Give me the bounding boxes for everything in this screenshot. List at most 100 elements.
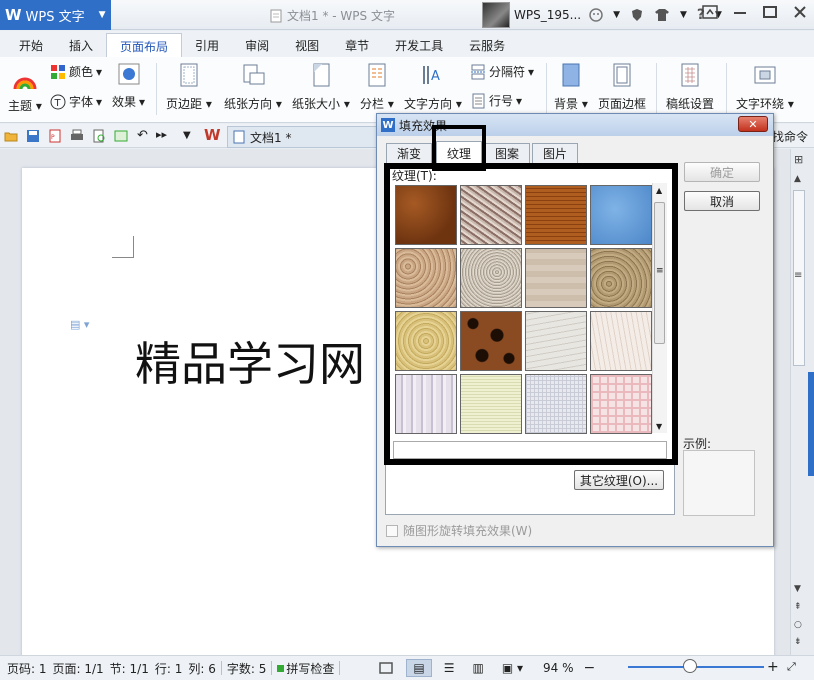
dialog-close-button[interactable]: ✕ xyxy=(738,116,768,132)
save-icon[interactable] xyxy=(26,129,40,143)
spell-status-icon xyxy=(277,664,285,672)
margins-icon xyxy=(180,63,198,87)
document-tab[interactable]: 文档1 * xyxy=(227,126,377,148)
breaks-button[interactable]: 分隔符 ▾ xyxy=(470,63,534,80)
rotate-checkbox-label: 随图形旋转填充效果(W) xyxy=(403,524,533,538)
tab-review[interactable]: 审阅 xyxy=(232,33,282,57)
effect-button[interactable]: 效果 ▾ xyxy=(112,93,145,110)
smiley-icon[interactable] xyxy=(589,8,603,22)
undo-icon[interactable]: ↶ xyxy=(137,128,148,143)
tab-gradient[interactable]: 渐变 xyxy=(386,143,432,163)
outline-view-icon[interactable]: ☰ xyxy=(444,661,455,675)
columns-button[interactable]: 分栏 ▾ xyxy=(360,63,394,112)
orientation-icon xyxy=(243,64,265,85)
fullscreen-icon[interactable] xyxy=(378,661,394,675)
print-icon[interactable] xyxy=(70,129,84,143)
status-column[interactable]: 列: 6 xyxy=(185,660,219,677)
cancel-button[interactable]: 取消 xyxy=(684,191,760,211)
ribbon-separator xyxy=(726,63,727,115)
minimize-icon[interactable] xyxy=(732,4,748,20)
web-view-icon[interactable]: ▥ xyxy=(472,661,483,675)
draft-paper-button[interactable]: 稿纸设置 xyxy=(666,63,714,112)
tab-developer[interactable]: 开发工具 xyxy=(382,33,456,57)
status-pages[interactable]: 页面: 1/1 xyxy=(50,660,107,677)
status-page[interactable]: 页码: 1 xyxy=(4,660,50,677)
tab-pattern[interactable]: 图案 xyxy=(484,143,530,163)
tab-insert[interactable]: 插入 xyxy=(56,33,106,57)
zoom-out-icon[interactable]: − xyxy=(584,660,596,676)
tab-page-layout[interactable]: 页面布局 xyxy=(106,33,183,57)
zoom-value[interactable]: 94 % xyxy=(543,661,574,675)
customize-dropdown-icon[interactable]: ▼ xyxy=(183,130,191,141)
previous-page-icon[interactable]: ⇞ xyxy=(794,602,802,612)
document-text[interactable]: 精品学习网 xyxy=(135,328,380,394)
paper-size-button[interactable]: 纸张大小 ▾ xyxy=(292,63,350,112)
page-border-button[interactable]: 页面边框 xyxy=(598,63,646,112)
other-textures-button[interactable]: 其它纹理(O)... xyxy=(574,470,664,490)
tab-start[interactable]: 开始 xyxy=(6,33,56,57)
text-direction-button[interactable]: A 文字方向 ▾ xyxy=(404,63,462,112)
open-folder-icon[interactable] xyxy=(4,129,18,143)
ribbon-separator xyxy=(656,63,657,115)
theme-button[interactable]: 主题 ▾ xyxy=(8,65,42,114)
breaks-icon xyxy=(471,64,485,79)
fit-page-icon[interactable]: ⤢ xyxy=(787,660,796,674)
spell-check[interactable]: 拼写检查 xyxy=(274,660,337,677)
tab-references[interactable]: 引用 xyxy=(182,33,232,57)
status-section[interactable]: 节: 1/1 xyxy=(107,660,152,677)
chevron-down-icon[interactable]: ▼ xyxy=(613,10,620,20)
pdf-icon[interactable]: P xyxy=(48,129,62,143)
page-border-icon xyxy=(613,63,631,87)
reading-view-icon[interactable]: ▣ ▾ xyxy=(502,661,523,675)
find-command[interactable]: 找命令 xyxy=(772,128,808,145)
texture-tab-highlight xyxy=(432,125,486,171)
ok-button[interactable]: 确定 xyxy=(684,162,760,182)
zoom-slider-thumb[interactable] xyxy=(683,659,697,673)
app-menu-button[interactable]: W WPS 文字 ▼ xyxy=(0,0,111,30)
status-words[interactable]: 字数: 5 xyxy=(224,660,270,677)
paragraph-handle-icon[interactable]: ▤ ▾ xyxy=(70,318,89,331)
select-browse-object-icon[interactable]: ○ xyxy=(794,620,802,630)
background-button[interactable]: 背景 ▾ xyxy=(554,63,588,112)
effect-swatch[interactable] xyxy=(118,63,140,85)
more-icon[interactable]: ▸▸ xyxy=(156,128,167,141)
split-icon[interactable]: ⊞ xyxy=(794,153,803,166)
orientation-button[interactable]: 纸张方向 ▾ xyxy=(224,63,282,112)
rotate-with-shape-option[interactable]: 随图形旋转填充效果(W) xyxy=(386,522,532,539)
close-icon[interactable] xyxy=(792,4,808,20)
shirt-icon[interactable] xyxy=(654,8,670,22)
rotate-checkbox[interactable] xyxy=(386,524,398,537)
font-button[interactable]: T 字体 ▾ xyxy=(50,93,102,110)
ribbon-separator xyxy=(156,63,157,115)
tab-sections[interactable]: 章节 xyxy=(332,33,382,57)
tab-cloud[interactable]: 云服务 xyxy=(456,33,518,57)
page-view-icon[interactable]: ▤ xyxy=(406,659,432,677)
username[interactable]: WPS_195... xyxy=(514,8,581,22)
tab-view[interactable]: 视图 xyxy=(282,33,332,57)
font-label: 字体 xyxy=(69,95,94,109)
svg-text:A: A xyxy=(431,69,440,84)
zoom-in-icon[interactable]: + xyxy=(767,659,779,675)
user-area[interactable]: WPS_195... ▼ ▼ ? ▼ xyxy=(482,2,722,28)
tab-picture[interactable]: 图片 xyxy=(532,143,578,163)
export-image-icon[interactable] xyxy=(114,129,128,143)
avatar[interactable] xyxy=(482,2,510,28)
margins-button[interactable]: 页边距 ▾ xyxy=(166,63,212,112)
scroll-down-icon[interactable]: ▼ xyxy=(794,584,801,594)
shield-icon[interactable] xyxy=(630,8,644,22)
maximize-icon[interactable] xyxy=(762,4,778,20)
window-controls xyxy=(702,4,808,20)
color-button[interactable]: 颜色 ▾ xyxy=(50,63,102,80)
status-separator xyxy=(271,661,273,675)
line-numbers-button[interactable]: 行号 ▾ xyxy=(470,92,522,109)
print-preview-icon[interactable] xyxy=(92,129,106,143)
side-panel-toggle[interactable] xyxy=(808,372,814,476)
collapse-ribbon-icon[interactable] xyxy=(702,4,718,20)
text-wrap-button[interactable]: 文字环绕 ▾ xyxy=(736,63,794,112)
wps-brand-icon: W xyxy=(204,126,221,144)
line-numbers-label: 行号 xyxy=(489,94,514,108)
next-page-icon[interactable]: ⇟ xyxy=(794,637,802,647)
chevron-down-icon[interactable]: ▼ xyxy=(680,10,687,20)
status-line[interactable]: 行: 1 xyxy=(152,660,186,677)
scroll-up-icon[interactable]: ▲ xyxy=(794,174,801,184)
